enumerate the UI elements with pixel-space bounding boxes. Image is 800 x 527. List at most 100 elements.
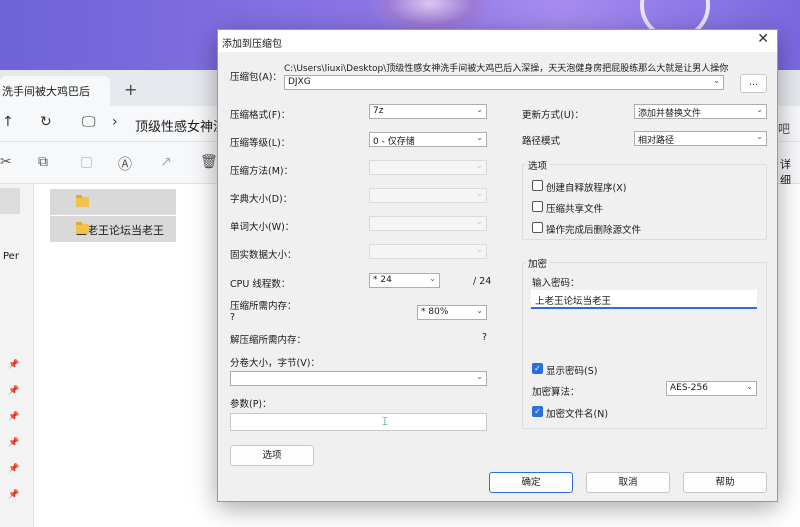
- word-size-select[interactable]: ⌄: [369, 216, 487, 231]
- params-input[interactable]: 𝙸: [230, 413, 487, 431]
- cpu-threads-select[interactable]: * 24 ⌄: [369, 273, 440, 288]
- chevron-down-icon: ⌄: [756, 132, 763, 141]
- sfx-label[interactable]: 创建自释放程序(X): [546, 180, 626, 194]
- breadcrumb[interactable]: 顶级性感女神洗: [135, 116, 225, 135]
- sidebar-selected-item[interactable]: [0, 188, 20, 214]
- pin-icon[interactable]: 📌: [8, 490, 19, 500]
- archive-name-combo[interactable]: DJXG ⌄: [284, 75, 724, 90]
- help-button[interactable]: 帮助: [683, 472, 767, 493]
- folder-icon: [76, 222, 89, 234]
- solid-size-select[interactable]: ⌄: [369, 244, 487, 259]
- cut-icon[interactable]: ✂: [0, 154, 12, 170]
- chevron-down-icon: ⌄: [746, 382, 753, 391]
- show-password-label[interactable]: 显示密码(S): [546, 363, 597, 377]
- chevron-down-icon: ⌄: [476, 161, 483, 170]
- chevron-down-icon: ⌄: [476, 306, 483, 315]
- memory-percent: * 80%: [421, 307, 449, 317]
- up-arrow-icon[interactable]: ↑: [2, 114, 14, 130]
- pin-icon[interactable]: 📌: [8, 412, 19, 422]
- chevron-down-icon: ⌄: [476, 217, 483, 226]
- chevron-down-icon: ⌄: [756, 105, 763, 114]
- share-icon[interactable]: ↗: [160, 154, 172, 170]
- memory-label: 压缩所需内存：: [230, 301, 297, 312]
- chevron-down-icon: ⌄: [476, 372, 483, 381]
- paste-icon[interactable]: ▢: [80, 154, 93, 170]
- show-password-checkbox[interactable]: ✓: [532, 363, 543, 374]
- chevron-down-icon: ⌄: [429, 274, 436, 283]
- chevron-down-icon: ⌄: [476, 133, 483, 142]
- pin-icon[interactable]: 📌: [8, 360, 19, 370]
- level-label: 压缩等级(L)：: [230, 138, 291, 149]
- copy-icon[interactable]: ⧉: [38, 154, 48, 170]
- encrypt-names-checkbox[interactable]: ✓: [532, 406, 543, 417]
- options-group-title: 选项: [526, 158, 550, 172]
- cancel-button[interactable]: 取消: [586, 472, 670, 493]
- pin-icon[interactable]: 📌: [8, 438, 19, 448]
- options-button[interactable]: 选项: [230, 445, 314, 466]
- memory-select[interactable]: * 80% ⌄: [417, 305, 487, 320]
- delete-after-label[interactable]: 操作完成后删除源文件: [546, 222, 641, 236]
- cpu-threads-label: CPU 线程数：: [230, 279, 291, 290]
- chevron-right-icon: ›: [112, 114, 118, 130]
- chevron-down-icon: ⌄: [476, 105, 483, 114]
- decompress-memory-label: 解压缩所需内存：: [230, 335, 307, 346]
- dict-size-label: 字典大小(D)：: [230, 194, 293, 205]
- format-select[interactable]: 7z ⌄: [369, 104, 487, 119]
- archive-path: C:\Users\liuxi\Desktop\顶级性感女神洗手间被大鸡巴后入深操…: [284, 64, 729, 74]
- password-value: 上老王论坛当老王: [535, 296, 612, 307]
- rename-icon[interactable]: Ⓐ: [118, 154, 132, 174]
- archive-name-value: DJXG: [288, 77, 311, 87]
- encryption-method-select[interactable]: AES-256 ⌄: [666, 381, 757, 396]
- dict-size-select[interactable]: ⌄: [369, 188, 487, 203]
- password-input[interactable]: 上老王论坛当老王: [531, 290, 757, 309]
- chevron-down-icon: ⌄: [476, 245, 483, 254]
- monitor-icon[interactable]: 🖵: [82, 114, 96, 130]
- refresh-icon[interactable]: ↻: [40, 114, 52, 130]
- update-mode-select[interactable]: 添加并替换文件 ⌄: [634, 104, 767, 119]
- format-label: 压缩格式(F)：: [230, 110, 291, 121]
- browse-button[interactable]: ...: [740, 74, 767, 93]
- encryption-group-title: 加密: [526, 256, 550, 270]
- pin-icon[interactable]: 📌: [8, 386, 19, 396]
- dialog-titlebar: 添加到压缩包 ✕: [218, 30, 777, 52]
- archive-label: 压缩包(A)：: [230, 72, 282, 83]
- address-overflow-text: 吧: [778, 122, 791, 136]
- chevron-down-icon: ⌄: [476, 189, 483, 198]
- split-size-combo[interactable]: ⌄: [230, 371, 487, 386]
- shared-files-label[interactable]: 压缩共享文件: [546, 201, 603, 215]
- memory-value: ?: [230, 312, 236, 323]
- chevron-down-icon: ⌄: [713, 76, 720, 85]
- pin-icon[interactable]: 📌: [8, 464, 19, 474]
- list-item[interactable]: 25: [50, 189, 176, 215]
- path-mode-label: 路径模式: [522, 136, 561, 147]
- add-to-archive-dialog: 添加到压缩包 ✕ 压缩包(A)： C:\Users\liuxi\Desktop\…: [217, 29, 778, 502]
- level-value: 0 - 仅存储: [373, 137, 415, 147]
- path-mode-select[interactable]: 相对路径 ⌄: [634, 131, 767, 146]
- update-mode-value: 添加并替换文件: [638, 109, 702, 119]
- shared-files-checkbox[interactable]: [532, 201, 543, 212]
- update-mode-label: 更新方式(U)：: [522, 110, 584, 121]
- solid-size-label: 固实数据大小：: [230, 250, 297, 261]
- encryption-method-value: AES-256: [670, 383, 708, 393]
- split-size-label: 分卷大小，字节(V)：: [230, 358, 320, 369]
- format-value: 7z: [373, 106, 384, 116]
- file-name: 上老王论坛当老王: [76, 224, 164, 237]
- params-label: 参数(P)：: [230, 399, 272, 410]
- encrypt-names-label[interactable]: 加密文件名(N): [546, 406, 608, 420]
- password-label: 输入密码：: [532, 278, 580, 289]
- explorer-tab[interactable]: 洗手间被大鸡巴后: [0, 76, 110, 106]
- path-mode-value: 相对路径: [638, 136, 675, 146]
- ok-button[interactable]: 确定: [489, 472, 573, 493]
- sfx-checkbox[interactable]: [532, 180, 543, 191]
- cpu-threads-value: * 24: [373, 275, 392, 285]
- new-tab-icon[interactable]: +: [124, 80, 137, 99]
- sidebar-item-label[interactable]: Per: [3, 251, 19, 262]
- explorer-tab-label: 洗手间被大鸡巴后: [2, 85, 90, 98]
- level-select[interactable]: 0 - 仅存储 ⌄: [369, 132, 487, 147]
- delete-icon[interactable]: 🗑: [200, 154, 218, 170]
- delete-after-checkbox[interactable]: [532, 222, 543, 233]
- close-icon[interactable]: ✕: [757, 31, 769, 47]
- word-size-label: 单词大小(W)：: [230, 222, 295, 233]
- list-item[interactable]: 上老王论坛当老王: [50, 216, 176, 242]
- method-select[interactable]: ⌄: [369, 160, 487, 175]
